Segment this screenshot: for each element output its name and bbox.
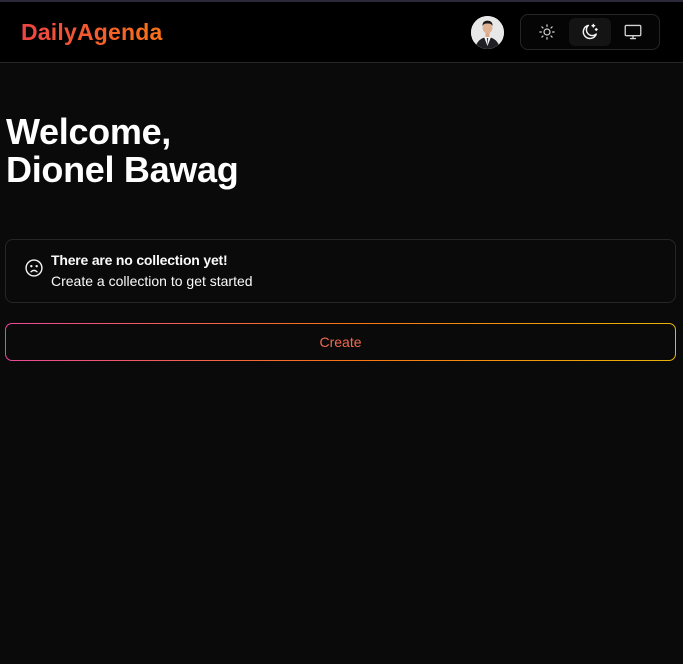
theme-system-button[interactable] — [612, 18, 654, 46]
avatar-photo — [471, 16, 504, 49]
create-button-label: Create — [319, 334, 362, 350]
create-collection-button[interactable]: Create — [5, 323, 676, 361]
desktop-icon — [624, 24, 642, 40]
user-avatar[interactable] — [471, 16, 504, 49]
app-logo[interactable]: DailyAgenda — [21, 18, 163, 46]
empty-collections-alert: There are no collection yet! Create a co… — [5, 239, 676, 303]
greeting-line: Welcome, — [6, 111, 171, 152]
frown-face-icon — [24, 258, 44, 283]
moon-stars-icon — [582, 23, 598, 40]
sun-icon — [539, 24, 555, 40]
create-button-inner: Create — [6, 324, 675, 360]
welcome-heading: Welcome, Dionel Bawag — [6, 111, 239, 190]
theme-dark-button[interactable] — [569, 18, 611, 46]
user-name: Dionel Bawag — [6, 149, 239, 190]
navbar: DailyAgenda — [0, 2, 683, 63]
theme-switcher — [520, 14, 660, 50]
alert-title: There are no collection yet! — [51, 252, 228, 268]
theme-light-button[interactable] — [526, 18, 568, 46]
alert-description: Create a collection to get started — [51, 273, 253, 289]
